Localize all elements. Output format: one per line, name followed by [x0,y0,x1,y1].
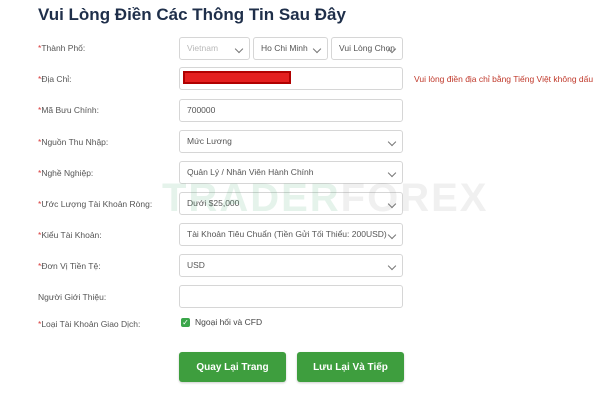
income-source-label: *Nguồn Thu Nhập: [38,137,109,147]
occupation-select[interactable]: Quản Lý / Nhân Viên Hành Chính [179,161,403,184]
address-label: *Địa Chỉ: [38,74,72,84]
referrer-input[interactable] [179,285,403,308]
country-select[interactable]: Vietnam [179,37,250,60]
net-worth-select[interactable]: Dưới $25,000 [179,192,403,215]
currency-label: *Đơn Vị Tiền Tệ: [38,261,101,271]
chevron-down-icon [387,168,397,178]
trading-type-label: *Loại Tài Khoản Giao Dịch: [38,319,141,329]
account-type-label: *Kiểu Tài Khoản: [38,230,102,240]
page-title: Vui Lòng Điền Các Thông Tin Sau Đây [38,5,346,24]
account-type-select[interactable]: Tài Khoản Tiêu Chuẩn (Tiền Gửi Tối Thiểu… [179,223,403,246]
address-error-message: Vui lòng điền địa chỉ bằng Tiếng Việt kh… [414,74,594,84]
city-label: *Thành Phố: [38,43,86,53]
province-select[interactable]: Ho Chi Minh [253,37,328,60]
save-continue-button[interactable]: Lưu Lại Và Tiếp Tục [297,352,404,403]
chevron-down-icon [387,230,397,240]
chevron-down-icon [234,44,244,54]
back-button[interactable]: Quay Lại Trang Trước [179,352,286,403]
chevron-down-icon [312,44,322,54]
referrer-label: Người Giới Thiệu: [38,292,107,302]
chevron-down-icon [387,261,397,271]
district-select[interactable]: Vui Lòng Chọn [331,37,403,60]
postal-label: *Mã Bưu Chính: [38,105,99,115]
chevron-down-icon [387,137,397,147]
postal-input[interactable]: 700000 [179,99,403,122]
forex-cfd-checkbox[interactable]: ✓ [181,318,190,327]
redaction-mark [183,71,291,84]
net-worth-label: *Ước Lượng Tài Khoản Ròng: [38,199,153,209]
income-source-select[interactable]: Mức Lương [179,130,403,153]
forex-cfd-label: Ngoại hối và CFD [195,317,263,327]
currency-select[interactable]: USD [179,254,403,277]
occupation-label: *Nghề Nghiệp: [38,168,94,178]
chevron-down-icon [387,199,397,209]
